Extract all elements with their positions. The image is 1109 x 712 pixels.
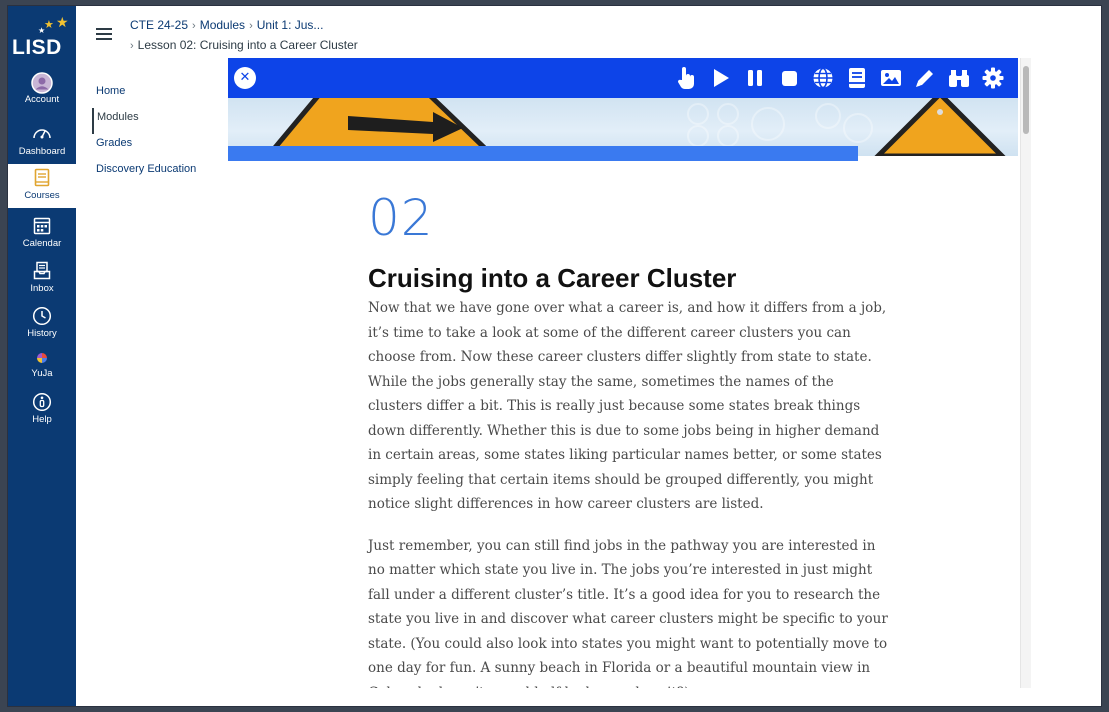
nav-history[interactable]: History <box>8 306 76 346</box>
scrollbar-thumb[interactable] <box>1023 66 1029 134</box>
breadcrumb: CTE 24-25 › Modules › Unit 1: Jus... › Lesson… <box>130 16 358 56</box>
lesson-number: 02 <box>368 189 434 247</box>
lisd-logo[interactable]: ★ ★ ★ LISD <box>8 14 76 64</box>
breadcrumb-modules-link[interactable]: Modules <box>200 18 245 32</box>
nav-label: Account <box>24 94 60 105</box>
logo-text: LISD <box>12 36 62 59</box>
breadcrumb-current-page: Lesson 02: Cruising into a Career Cluste… <box>137 38 358 52</box>
course-nav: Home Modules Grades Discovery Education <box>92 82 196 186</box>
lesson-title: Cruising into a Career Cluster <box>368 263 737 293</box>
breadcrumb-chevron-icon: › <box>192 20 196 32</box>
gear-icon[interactable] <box>976 58 1010 98</box>
read-aloud-toolbar: ✕ <box>228 58 1018 98</box>
dashboard-icon <box>8 124 76 144</box>
nav-label: History <box>27 328 57 339</box>
pencil-icon[interactable] <box>908 58 942 98</box>
nav-label: Inbox <box>30 283 54 294</box>
nav-label: Help <box>32 414 52 425</box>
star-icon: ★ <box>56 14 69 30</box>
breadcrumb-course-link[interactable]: CTE 24-25 <box>130 18 188 32</box>
breadcrumb-chevron-icon: › <box>249 20 253 32</box>
nav-label: YuJa <box>31 368 53 379</box>
lesson-banner: ✕ <box>228 58 1018 156</box>
nav-calendar[interactable]: Calendar <box>8 216 76 256</box>
nav-label: Dashboard <box>18 146 66 157</box>
breadcrumb-unit-link[interactable]: Unit 1: Jus... <box>257 18 324 32</box>
book-icon[interactable] <box>840 58 874 98</box>
lesson-paragraph: Now that we have gone over what a career… <box>368 300 887 512</box>
yuja-icon <box>8 352 76 366</box>
nav-account[interactable]: Account <box>8 72 76 116</box>
nav-label: Calendar <box>22 238 62 249</box>
course-nav-modules[interactable]: Modules <box>92 108 196 134</box>
courses-icon <box>8 168 76 188</box>
breadcrumb-chevron-icon: › <box>130 40 134 52</box>
pointer-icon[interactable] <box>670 58 704 98</box>
nav-courses[interactable]: Courses <box>8 164 76 208</box>
globe-icon[interactable] <box>806 58 840 98</box>
course-nav-home[interactable]: Home <box>92 82 196 108</box>
nav-inbox[interactable]: Inbox <box>8 261 76 301</box>
lesson-article: 02 Cruising into a Career Cluster Now th… <box>368 186 888 688</box>
play-icon[interactable] <box>704 58 738 98</box>
content-scrollbar[interactable] <box>1020 58 1031 688</box>
toolbar-buttons <box>670 58 1010 98</box>
course-nav-grades[interactable]: Grades <box>92 134 196 160</box>
lesson-content: ✕ 02 Cruising into a Career Cluster Now … <box>228 58 1018 688</box>
calendar-icon <box>8 216 76 236</box>
account-icon <box>8 72 76 94</box>
stop-icon[interactable] <box>772 58 806 98</box>
image-icon[interactable] <box>874 58 908 98</box>
nav-dashboard[interactable]: Dashboard <box>8 124 76 162</box>
help-icon <box>8 392 76 412</box>
lesson-header-bar <box>228 146 858 161</box>
inbox-icon <box>8 261 76 281</box>
global-nav: ★ ★ ★ LISD Account Dashboard Courses Cal… <box>8 6 76 706</box>
course-nav-discovery-education[interactable]: Discovery Education <box>92 160 196 186</box>
hamburger-menu-button[interactable] <box>96 28 112 40</box>
nav-label: Courses <box>24 190 60 201</box>
lesson-paragraph: Just remember, you can still find jobs i… <box>368 537 888 689</box>
close-toolbar-button[interactable]: ✕ <box>234 67 256 89</box>
browser-frame: ★ ★ ★ LISD Account Dashboard Courses Cal… <box>7 5 1102 707</box>
pause-icon[interactable] <box>738 58 772 98</box>
nav-help[interactable]: Help <box>8 392 76 432</box>
history-icon <box>8 306 76 326</box>
star-icon: ★ <box>44 19 54 31</box>
star-icon: ★ <box>38 26 46 35</box>
binoculars-icon[interactable] <box>942 58 976 98</box>
nav-yuja[interactable]: YuJa <box>8 352 76 388</box>
